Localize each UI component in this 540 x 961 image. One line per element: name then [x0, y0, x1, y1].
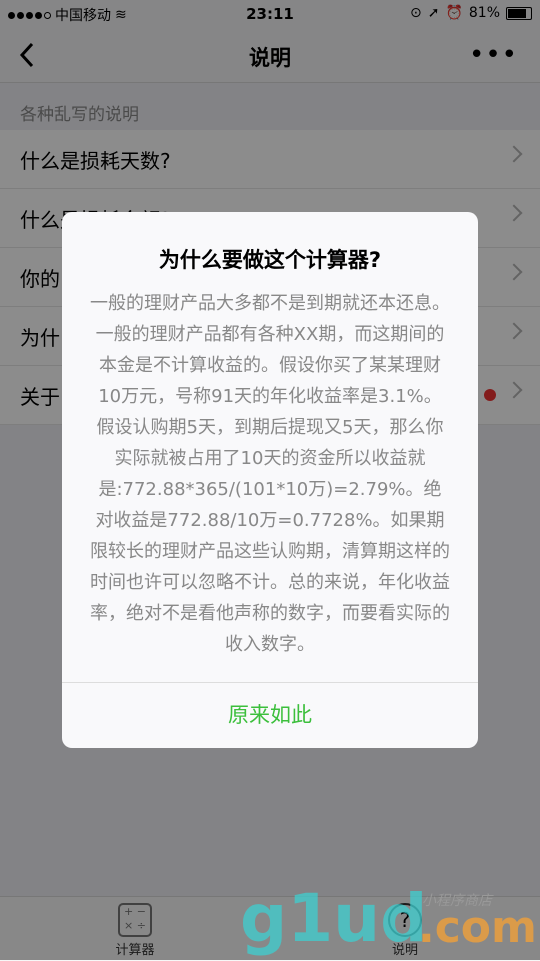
dialog-body: 一般的理财产品大多都不是到期就还本还息。一般的理财产品都有各种XX期，而这期间的…	[90, 293, 450, 655]
info-dialog: 为什么要做这个计算器? 一般的理财产品大多都不是到期就还本还息。一般的理财产品都…	[62, 212, 478, 748]
watermark: g1ud .com 小程序商店	[240, 880, 540, 960]
watermark-brand: g1ud	[240, 880, 428, 957]
watermark-note: 小程序商店	[422, 893, 492, 909]
confirm-button[interactable]: 原来如此	[62, 682, 478, 748]
dialog-title: 为什么要做这个计算器?	[158, 248, 382, 272]
